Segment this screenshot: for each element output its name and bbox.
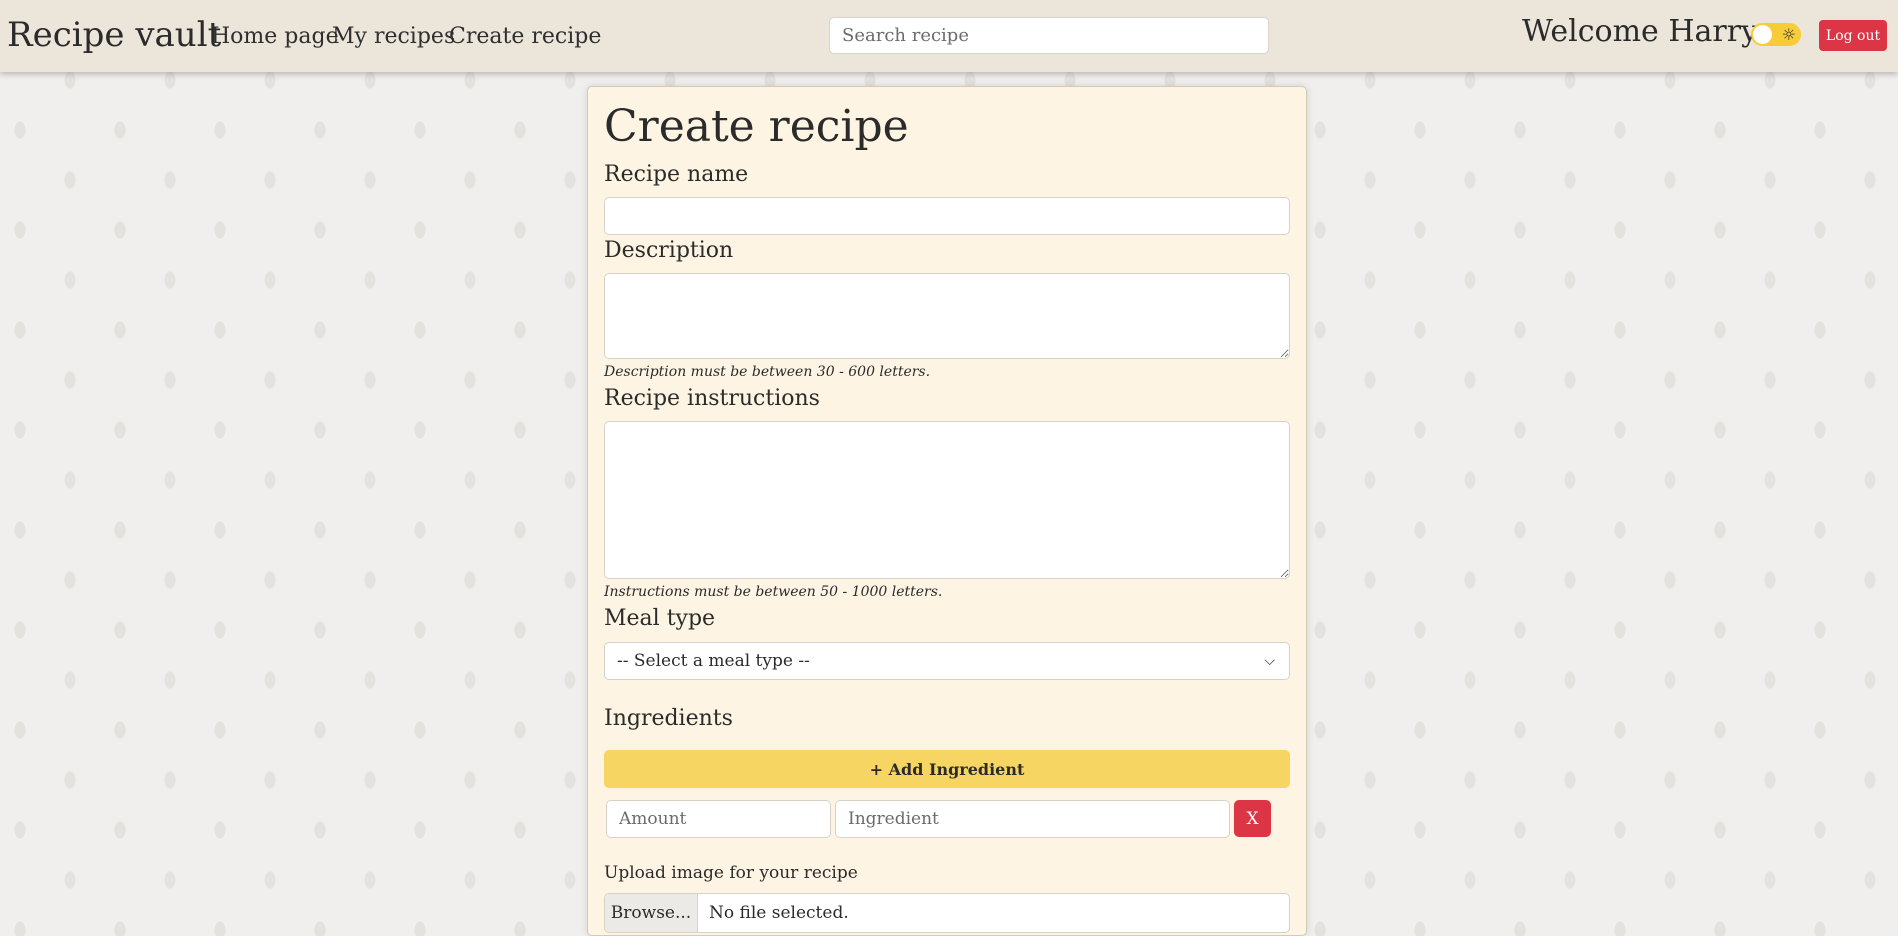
browse-button[interactable]: Browse... xyxy=(605,894,698,932)
file-input[interactable]: Browse... No file selected. xyxy=(604,893,1290,933)
ingredient-name-input[interactable] xyxy=(835,800,1230,838)
ingredient-amount-input[interactable] xyxy=(606,800,831,838)
navbar: Recipe vault Home page My recipes Create… xyxy=(0,0,1898,72)
instructions-textarea[interactable] xyxy=(604,421,1290,579)
nav-link-create-recipe[interactable]: Create recipe xyxy=(449,24,601,49)
description-textarea[interactable] xyxy=(604,273,1290,359)
toggle-knob xyxy=(1753,25,1772,44)
page-title: Create recipe xyxy=(604,101,909,152)
meal-type-select[interactable]: -- Select a meal type -- ⌵ xyxy=(604,642,1290,680)
recipe-name-input[interactable] xyxy=(604,197,1290,235)
add-ingredient-button[interactable]: + Add Ingredient xyxy=(604,750,1290,788)
recipe-name-label: Recipe name xyxy=(604,162,749,187)
description-hint: Description must be between 30 - 600 let… xyxy=(604,364,931,380)
theme-toggle[interactable]: ☼ xyxy=(1751,23,1801,46)
instructions-label: Recipe instructions xyxy=(604,386,820,411)
create-recipe-card: Create recipe Recipe name Description De… xyxy=(587,86,1307,936)
search-input[interactable] xyxy=(829,17,1269,54)
meal-type-selected: -- Select a meal type -- xyxy=(617,651,810,671)
upload-label: Upload image for your recipe xyxy=(604,863,858,883)
file-status: No file selected. xyxy=(709,903,849,923)
ingredients-label: Ingredients xyxy=(604,706,733,731)
meal-type-label: Meal type xyxy=(604,606,716,631)
nav-link-my-recipes[interactable]: My recipes xyxy=(332,24,455,49)
welcome-text: Welcome Harry xyxy=(1522,14,1759,49)
description-label: Description xyxy=(604,238,734,263)
chevron-down-icon: ⌵ xyxy=(1264,653,1275,669)
logout-button[interactable]: Log out xyxy=(1819,20,1887,51)
sun-icon: ☼ xyxy=(1781,25,1796,44)
remove-ingredient-button[interactable]: X xyxy=(1234,800,1271,837)
instructions-hint: Instructions must be between 50 - 1000 l… xyxy=(604,584,943,600)
nav-link-home[interactable]: Home page xyxy=(211,24,339,49)
brand-logo[interactable]: Recipe vault xyxy=(7,15,221,55)
